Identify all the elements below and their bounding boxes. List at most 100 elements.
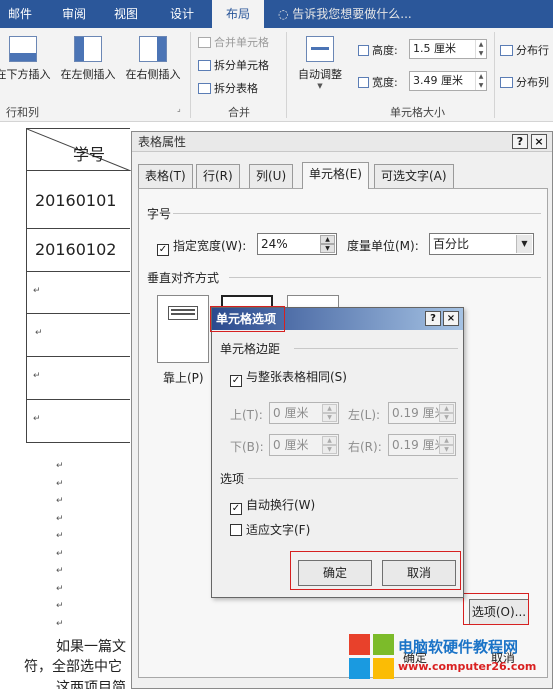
table-row[interactable]: ↵: [27, 314, 130, 357]
section-divider: [294, 348, 458, 349]
chevron-down-icon[interactable]: ▼: [516, 235, 532, 253]
ribbon: 在下方插入 在左侧插入 在右侧插入 行和列 ⌟ 合并单元格 拆分单元格 拆分表格…: [0, 28, 553, 122]
document-table: 学号 20160101 20160102 ↵ ↵ ↵ ↵: [26, 128, 131, 443]
unit-label: 度量单位(M):: [347, 239, 419, 253]
split-cells-icon: [198, 60, 211, 71]
section-margins-label: 单元格边距: [220, 342, 281, 356]
left-margin-label: 左(L):: [348, 408, 381, 422]
split-table-button[interactable]: 拆分表格: [198, 80, 258, 96]
tell-me-text: 告诉我您想要做什么...: [292, 7, 412, 21]
close-button[interactable]: ×: [443, 311, 459, 326]
group-label-rows-cols: 行和列: [6, 106, 39, 119]
dialog-title: 表格属性: [138, 135, 187, 149]
insert-below-button[interactable]: 在下方插入: [0, 36, 54, 82]
dialog-titlebar[interactable]: 表格属性 ? ×: [132, 132, 552, 152]
tab-table[interactable]: 表格(T): [138, 164, 193, 188]
highlight-options-button: [463, 593, 529, 625]
section-size-label: 字号: [147, 207, 172, 221]
table-row[interactable]: 20160101: [27, 171, 130, 229]
specify-width-checkbox[interactable]: ✓ 指定宽度(W):: [157, 237, 246, 256]
chevron-down-icon: ▼: [317, 82, 323, 90]
group-label-cell-size: 单元格大小: [390, 106, 445, 119]
group-separator: [494, 32, 495, 118]
right-margin-input[interactable]: 0.19 厘米 ▲ ▼: [388, 434, 456, 456]
watermark-title: 电脑软硬件教程网: [398, 638, 519, 656]
distribute-cols-icon: [500, 77, 513, 88]
tab-alt-text[interactable]: 可选文字(A): [374, 164, 454, 188]
top-margin-label: 上(T):: [230, 408, 263, 422]
bottom-margin-label: 下(B):: [230, 440, 264, 454]
header-cell-text: 学号: [73, 145, 106, 164]
tab-layout[interactable]: 布局: [212, 0, 264, 28]
merge-cells-button[interactable]: 合并单元格: [198, 34, 269, 50]
insert-left-button[interactable]: 在左侧插入: [57, 36, 119, 82]
bottom-margin-input[interactable]: 0 厘米 ▲ ▼: [269, 434, 339, 456]
width-label: 宽度:: [358, 74, 398, 90]
paragraph-mark-icon: ↵: [33, 286, 41, 296]
align-top-label: 靠上(P): [163, 371, 204, 385]
table-row[interactable]: ↵: [27, 400, 130, 442]
height-label: 高度:: [358, 42, 398, 58]
distribute-cols-button[interactable]: 分布列: [500, 74, 549, 90]
section-divider: [173, 213, 541, 214]
wrap-text-checkbox[interactable]: ✓ 自动换行(W): [230, 496, 315, 515]
table-header-row[interactable]: 学号: [27, 129, 131, 171]
empty-paragraph-marks: ↵ ↵ ↵ ↵ ↵ ↵ ↵ ↵ ↵ ↵: [56, 461, 64, 629]
paragraph-mark-icon: ↵: [33, 414, 41, 424]
tab-column[interactable]: 列(U): [249, 164, 294, 188]
checkmark-icon: ✓: [230, 375, 242, 387]
checkmark-icon: ✓: [230, 503, 242, 515]
spinner-arrows-icon[interactable]: ▲ ▼: [475, 40, 486, 58]
tab-view[interactable]: 视图: [114, 0, 138, 28]
table-row[interactable]: ↵: [27, 357, 130, 400]
split-cells-button[interactable]: 拆分单元格: [198, 57, 269, 73]
column-width-input[interactable]: 3.49 厘米 ▲ ▼: [409, 71, 487, 91]
insert-left-icon: [74, 36, 102, 62]
left-margin-input[interactable]: 0.19 厘米 ▲ ▼: [388, 402, 456, 424]
table-row[interactable]: 20160102: [27, 229, 130, 272]
column-width-icon: [358, 77, 369, 88]
doc-paragraph: 符，全部选中它: [24, 659, 122, 675]
insert-below-icon: [9, 36, 37, 62]
spinner-arrows-icon[interactable]: ▲ ▼: [475, 72, 486, 90]
align-top-option[interactable]: [157, 295, 209, 363]
merge-cells-icon: [198, 37, 211, 48]
help-button[interactable]: ?: [425, 311, 441, 326]
watermark-url: www.computer26.com: [398, 660, 537, 673]
help-button[interactable]: ?: [512, 134, 528, 149]
row-height-input[interactable]: 1.5 厘米 ▲ ▼: [409, 39, 487, 59]
top-margin-input[interactable]: 0 厘米 ▲ ▼: [269, 402, 339, 424]
tab-review[interactable]: 审阅: [62, 0, 86, 28]
section-options-label: 选项: [220, 472, 245, 486]
close-button[interactable]: ×: [531, 134, 547, 149]
tab-cell[interactable]: 单元格(E): [302, 162, 369, 189]
highlight-sub-buttons: [290, 551, 461, 590]
row-height-icon: [358, 45, 369, 56]
paragraph-mark-icon: ↵: [35, 328, 43, 338]
cell-width-input[interactable]: 24% ▲ ▼: [257, 233, 337, 255]
distribute-rows-button[interactable]: 分布行: [500, 42, 549, 58]
checkmark-icon: ✓: [157, 244, 169, 256]
spin-up-icon[interactable]: ▲: [320, 235, 335, 244]
tell-me-box[interactable]: ◌ 告诉我您想要做什么...: [278, 0, 412, 28]
insert-right-button[interactable]: 在右侧插入: [122, 36, 184, 82]
fit-text-checkbox[interactable]: 适应文字(F): [230, 521, 310, 538]
same-as-table-checkbox[interactable]: ✓ 与整张表格相同(S): [230, 368, 347, 387]
tab-row[interactable]: 行(R): [196, 164, 240, 188]
spin-down-icon[interactable]: ▼: [320, 244, 335, 253]
tab-mailings[interactable]: 邮件: [8, 0, 32, 28]
autofit-button[interactable]: 自动调整 ▼: [290, 36, 350, 90]
distribute-rows-icon: [500, 45, 513, 56]
insert-right-icon: [139, 36, 167, 62]
align-top-icon: [168, 306, 198, 320]
split-table-icon: [198, 83, 211, 94]
paragraph-mark-icon: ↵: [33, 371, 41, 381]
unit-select[interactable]: 百分比 ▼: [429, 233, 534, 255]
table-row[interactable]: ↵: [27, 272, 130, 314]
group-separator: [286, 32, 287, 118]
highlight-sub-title: [210, 306, 285, 332]
right-margin-label: 右(R):: [348, 440, 382, 454]
section-valign-label: 垂直对齐方式: [147, 271, 220, 285]
tab-design[interactable]: 设计: [170, 0, 194, 28]
dialog-launcher-icon[interactable]: ⌟: [177, 104, 181, 113]
